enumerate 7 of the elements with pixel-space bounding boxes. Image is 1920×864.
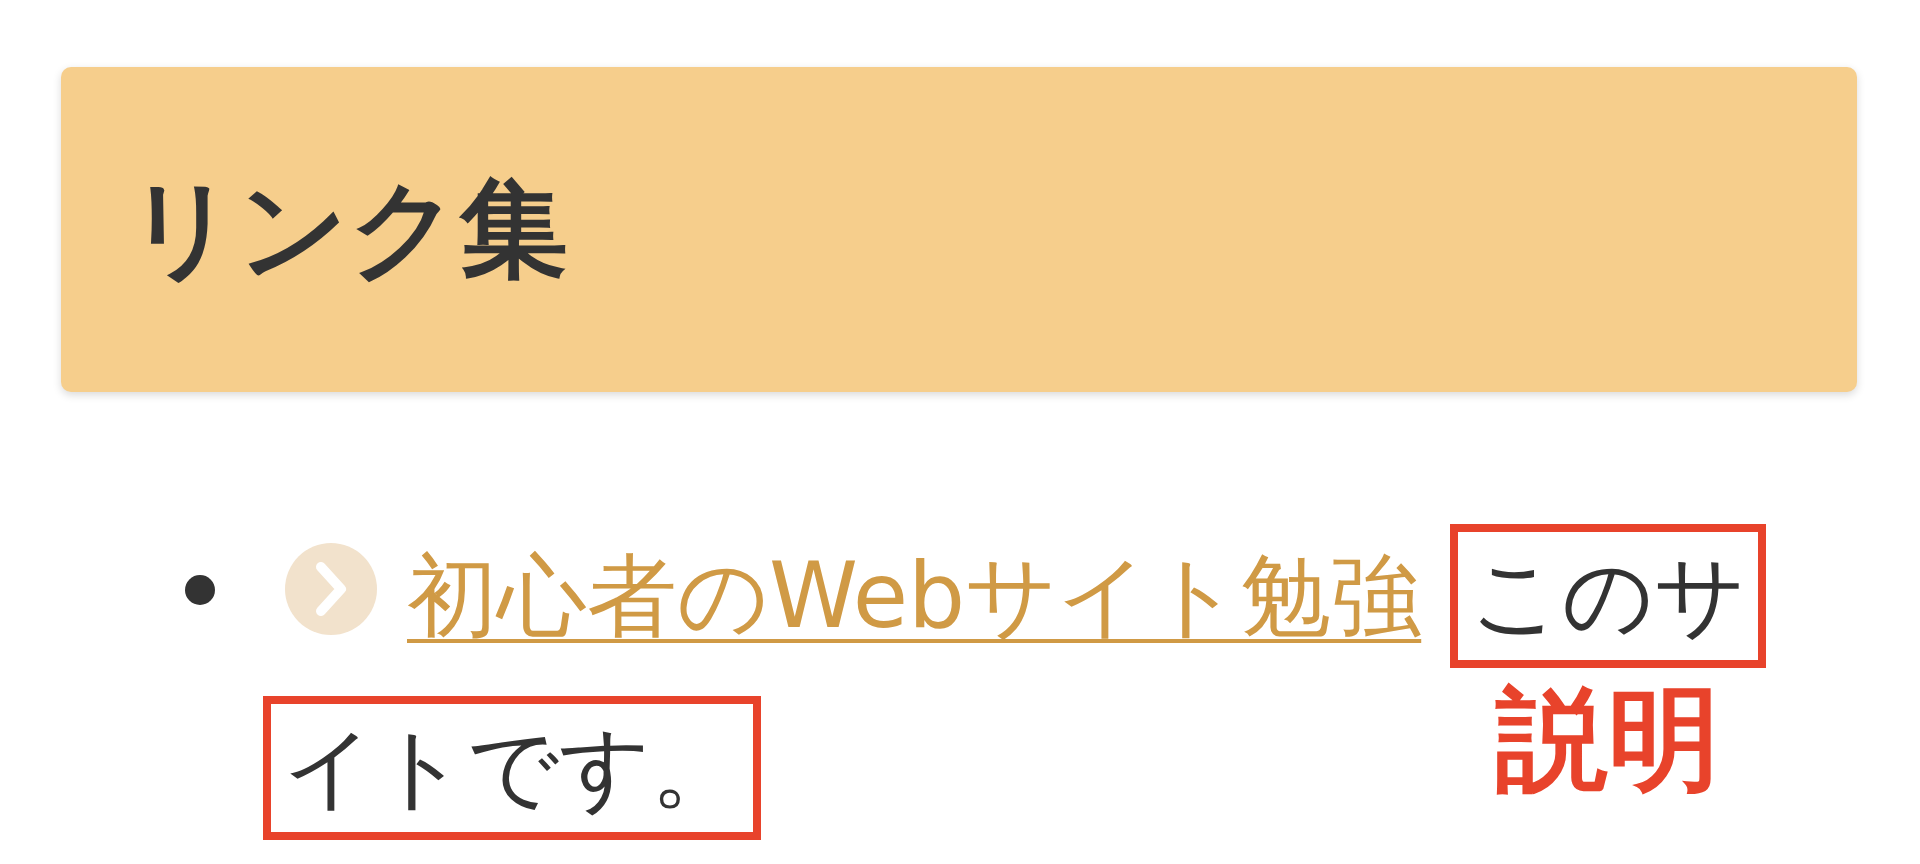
heading-title: リンク集 [127,164,568,293]
bullet-icon [185,575,215,605]
annotation-frame: このサ [1449,524,1766,668]
annotation-frame: イトです。 [263,696,761,840]
chevron-right-icon [285,543,377,635]
annotation-label: 説明 [1495,678,1720,802]
link[interactable]: 初心者のWebサイト勉強 [407,543,1422,648]
